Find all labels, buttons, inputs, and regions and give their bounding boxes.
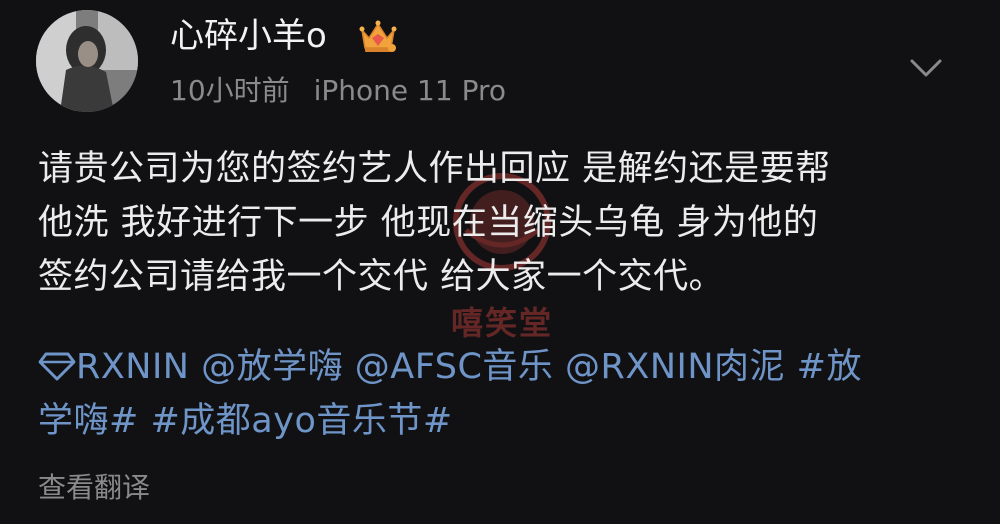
tags-line-2: 学嗨# #成都ayo音乐节# (38, 394, 968, 448)
mention-fangxuehai[interactable]: @放学嗨 (201, 347, 343, 387)
hashtag-fangxuehai-end[interactable]: 学嗨# (38, 401, 139, 441)
post-device: iPhone 11 Pro (313, 74, 507, 107)
avatar-photo (36, 10, 138, 112)
mention-rxnin-rouni[interactable]: @RXNIN肉泥 (565, 347, 785, 387)
hashtag-fangxuehai-start[interactable]: #放 (797, 347, 862, 387)
content-line: 签约公司请给我一个交代 给大家一个交代。 (38, 257, 725, 297)
content-line: 请贵公司为您的签约艺人作出回应 是解约还是要帮 (38, 149, 831, 189)
content-line: 他洗 我好进行下一步 他现在当缩头乌龟 身为他的 (38, 203, 819, 243)
tags-line-1: RXNIN @放学嗨 @AFSC音乐 @RXNIN肉泥 #放 (38, 340, 968, 394)
view-translation-link[interactable]: 查看翻译 (38, 470, 150, 506)
username[interactable]: 心碎小羊o (170, 16, 327, 56)
mention-rxnin-label: RXNIN (76, 347, 190, 387)
diamond-icon (38, 352, 76, 381)
post-meta: 10小时前 iPhone 11 Pro (170, 74, 506, 108)
chevron-down-icon[interactable] (908, 52, 944, 82)
mention-rxnin[interactable]: RXNIN (38, 347, 189, 387)
watermark-text: 嘻笑堂 (450, 304, 553, 342)
crown-badge-icon[interactable] (358, 16, 398, 56)
post-mentions-and-hashtags: RXNIN @放学嗨 @AFSC音乐 @RXNIN肉泥 #放 学嗨# #成都ay… (38, 340, 968, 448)
weibo-post-card: 心碎小羊o 10小时前 iPhone 11 Pro 嘻笑堂 请贵公司为您的签约艺… (0, 0, 1000, 524)
avatar[interactable] (36, 10, 138, 112)
post-content: 请贵公司为您的签约艺人作出回应 是解约还是要帮 他洗 我好进行下一步 他现在当缩… (38, 142, 968, 304)
post-time: 10小时前 (170, 74, 290, 107)
mention-afsc[interactable]: @AFSC音乐 (355, 347, 554, 387)
hashtag-chengdu-ayo[interactable]: #成都ayo音乐节# (150, 401, 452, 441)
